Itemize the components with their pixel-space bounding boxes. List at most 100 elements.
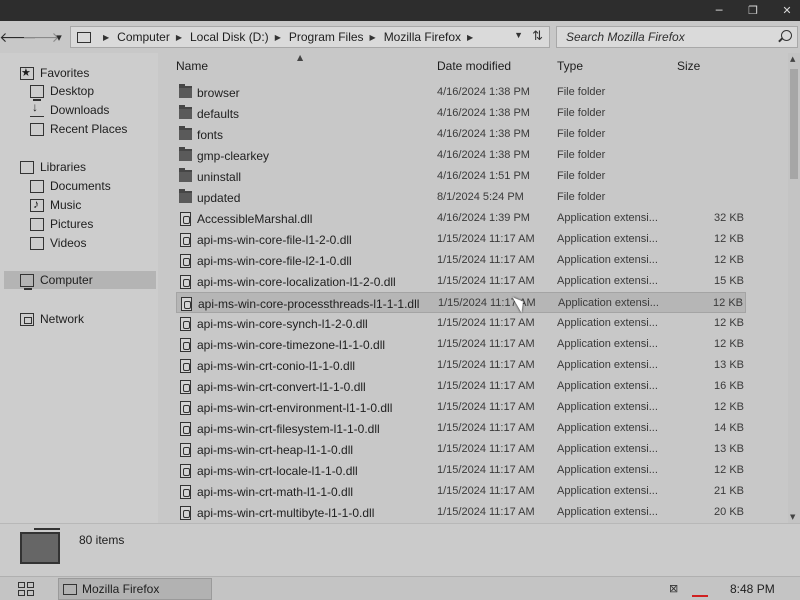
file-type: Application extensi... [557, 359, 658, 371]
sidebar-item-label: Music [50, 198, 82, 212]
file-date-modified: 1/15/2024 11:17 AM [437, 422, 535, 434]
file-size: 15 KB [714, 275, 744, 287]
file-row[interactable]: api-ms-win-core-timezone-l1-1-0.dll 1/15/… [176, 334, 746, 355]
search-input[interactable]: Search Mozilla Firefox [556, 26, 798, 48]
taskbar-window-button[interactable]: Mozilla Firefox [58, 578, 212, 600]
file-row[interactable]: api-ms-win-core-localization-l1-2-0.dll 1… [176, 271, 746, 292]
documents-icon [30, 179, 44, 193]
search-placeholder: Search Mozilla Firefox [566, 30, 685, 44]
file-type: File folder [557, 191, 606, 203]
sidebar-item-label: Downloads [50, 103, 110, 117]
file-row[interactable]: api-ms-win-crt-environment-l1-1-0.dll 1/1… [176, 397, 746, 418]
file-row[interactable]: AccessibleMarshal.dll 4/16/2024 1:39 PM Ap… [176, 208, 746, 229]
sidebar-group-favorites[interactable]: Favorites [20, 64, 89, 82]
file-row[interactable]: api-ms-win-crt-math-l1-1-0.dll 1/15/2024 … [176, 481, 746, 502]
file-row[interactable]: api-ms-win-core-file-l2-1-0.dll 1/15/2024… [176, 250, 746, 271]
address-bar[interactable]: ▶ Computer ▶ Local Disk (D:) ▶ Program F… [70, 26, 550, 48]
recent-locations-button[interactable]: ▾ [53, 27, 65, 47]
maximize-button[interactable]: ❐ [740, 0, 766, 21]
vertical-scrollbar[interactable]: ▲ ▼ [788, 53, 800, 523]
sidebar-group-computer[interactable]: Computer [4, 271, 156, 290]
scrollbar-thumb[interactable] [790, 69, 798, 179]
file-row[interactable]: api-ms-win-core-file-l1-2-0.dll 1/15/2024… [176, 229, 746, 250]
scroll-down-icon[interactable]: ▼ [790, 513, 795, 521]
folder-icon [179, 147, 192, 161]
file-date-modified: 1/15/2024 11:17 AM [437, 401, 535, 413]
file-date-modified: 4/16/2024 1:51 PM [437, 170, 530, 182]
folder-icon [179, 105, 192, 119]
file-size: 12 KB [714, 464, 744, 476]
file-row[interactable]: gmp-clearkey 4/16/2024 1:38 PM File folder [176, 145, 746, 166]
dll-file-icon [180, 212, 191, 226]
breadcrumb-local-disk[interactable]: Local Disk (D:) [190, 30, 269, 44]
sidebar-item-desktop[interactable]: Desktop [30, 82, 94, 101]
tray-indicator-icon[interactable] [692, 595, 708, 597]
chevron-right-icon[interactable]: ▶ [467, 33, 473, 42]
file-row[interactable]: defaults 4/16/2024 1:38 PM File folder [176, 103, 746, 124]
file-type: File folder [557, 128, 606, 140]
network-status-icon[interactable]: ⊠ [669, 582, 685, 596]
file-row[interactable]: updated 8/1/2024 5:24 PM File folder [176, 187, 746, 208]
column-header-name[interactable]: Name [176, 59, 208, 73]
file-row[interactable]: browser 4/16/2024 1:38 PM File folder [176, 82, 746, 103]
file-row[interactable]: api-ms-win-crt-convert-l1-1-0.dll 1/15/20… [176, 376, 746, 397]
file-row[interactable]: fonts 4/16/2024 1:38 PM File folder [176, 124, 746, 145]
sidebar-group-libraries[interactable]: Libraries [20, 158, 86, 176]
file-size: 12 KB [714, 401, 744, 413]
chevron-right-icon[interactable]: ▶ [176, 33, 182, 42]
sidebar-item-recent-places[interactable]: Recent Places [30, 120, 127, 138]
sidebar-group-network[interactable]: Network [20, 310, 84, 328]
start-button[interactable] [18, 582, 34, 596]
forward-button[interactable]: 🡒 [22, 27, 60, 47]
file-row[interactable]: api-ms-win-crt-filesystem-l1-1-0.dll 1/15… [176, 418, 746, 439]
file-type: Application extensi... [558, 297, 659, 309]
sidebar-item-videos[interactable]: Videos [30, 234, 86, 252]
breadcrumb-mozilla-firefox[interactable]: Mozilla Firefox [384, 30, 461, 44]
file-row[interactable]: api-ms-win-crt-multibyte-l1-1-0.dll 1/15/… [176, 502, 746, 523]
minimize-button[interactable]: ─ [706, 0, 732, 21]
column-header-date[interactable]: Date modified [437, 59, 511, 73]
sidebar-item-pictures[interactable]: Pictures [30, 215, 93, 233]
file-name: api-ms-win-crt-multibyte-l1-1-0.dll [197, 506, 375, 520]
refresh-button[interactable]: ⇅ [532, 28, 543, 44]
dll-file-icon [180, 401, 191, 415]
file-date-modified: 1/15/2024 11:17 AM [437, 233, 535, 245]
sidebar-item-downloads[interactable]: Downloads [30, 100, 110, 119]
file-list: Name ▲ Date modified Type Size browser 4/… [160, 53, 788, 523]
dll-file-icon [180, 422, 191, 436]
close-button[interactable]: ✕ [774, 0, 800, 21]
chevron-right-icon[interactable]: ▶ [103, 33, 109, 42]
file-size: 16 KB [714, 380, 744, 392]
file-row[interactable]: api-ms-win-crt-conio-l1-1-0.dll 1/15/2024… [176, 355, 746, 376]
file-date-modified: 4/16/2024 1:38 PM [437, 128, 530, 140]
file-row[interactable]: uninstall 4/16/2024 1:51 PM File folder [176, 166, 746, 187]
sidebar-item-documents[interactable]: Documents [30, 177, 111, 195]
clock[interactable]: 8:48 PM [730, 582, 775, 596]
file-size: 12 KB [714, 338, 744, 350]
file-row[interactable]: api-ms-win-core-processthreads-l1-1-1.dl… [176, 292, 746, 313]
chevron-right-icon[interactable]: ▶ [275, 33, 281, 42]
sidebar-item-music[interactable]: Music [30, 196, 81, 214]
breadcrumb-computer[interactable]: Computer [117, 30, 170, 44]
chevron-right-icon[interactable]: ▶ [370, 33, 376, 42]
sidebar-group-label: Network [40, 312, 85, 326]
file-row[interactable]: api-ms-win-crt-locale-l1-1-0.dll 1/15/202… [176, 460, 746, 481]
dll-file-icon [180, 380, 191, 394]
search-icon[interactable] [781, 30, 792, 41]
sidebar-item-label: Documents [50, 179, 111, 193]
file-size: 32 KB [714, 212, 744, 224]
scroll-up-icon[interactable]: ▲ [790, 55, 795, 63]
file-name: api-ms-win-crt-conio-l1-1-0.dll [197, 359, 356, 373]
file-name: updated [197, 191, 241, 205]
file-row[interactable]: api-ms-win-core-synch-l1-2-0.dll 1/15/202… [176, 313, 746, 334]
column-header-type[interactable]: Type [557, 59, 583, 73]
breadcrumb-program-files[interactable]: Program Files [289, 30, 364, 44]
file-type: Application extensi... [557, 275, 658, 287]
address-dropdown-icon[interactable]: ▼ [514, 30, 523, 40]
file-type: File folder [557, 149, 606, 161]
file-name: api-ms-win-core-localization-l1-2-0.dll [197, 275, 396, 289]
computer-icon [20, 528, 60, 564]
column-header-size[interactable]: Size [677, 59, 700, 73]
file-date-modified: 1/15/2024 11:17 AM [437, 506, 535, 518]
file-row[interactable]: api-ms-win-crt-heap-l1-1-0.dll 1/15/2024 … [176, 439, 746, 460]
